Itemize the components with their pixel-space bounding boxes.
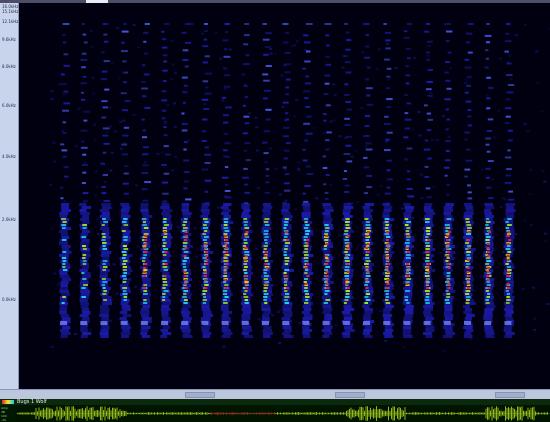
channel-label: -10: [1, 418, 6, 422]
frequency-axis: 16.0kHz 15.1kHz 12.1kHz 9.6kHz 8.0kHz 6.…: [0, 3, 19, 389]
timeline-marker[interactable]: [185, 392, 215, 398]
waveform-track[interactable]: Bugs 1 Wolf Amp dB 100 -10: [0, 399, 550, 422]
frequency-tick: 15.1kHz: [2, 9, 19, 14]
spectrogram-canvas[interactable]: [19, 3, 550, 389]
timeline-marker[interactable]: [495, 392, 525, 398]
frequency-tick: 0.0kHz: [2, 297, 16, 302]
track-color-swatch[interactable]: [2, 400, 14, 404]
frequency-tick: 12.1kHz: [2, 19, 19, 24]
frequency-tick: 6.0kHz: [2, 103, 16, 108]
frequency-tick: 2.0kHz: [2, 217, 16, 222]
waveform-channel-labels: Amp dB 100 -10: [0, 406, 16, 422]
frequency-tick: 9.6kHz: [2, 37, 16, 42]
timeline-marker[interactable]: [335, 392, 365, 398]
frequency-tick: 4.0kHz: [2, 154, 16, 159]
waveform-canvas[interactable]: [16, 405, 550, 422]
spectrogram-view[interactable]: [19, 3, 550, 389]
frequency-tick: 8.0kHz: [2, 64, 16, 69]
